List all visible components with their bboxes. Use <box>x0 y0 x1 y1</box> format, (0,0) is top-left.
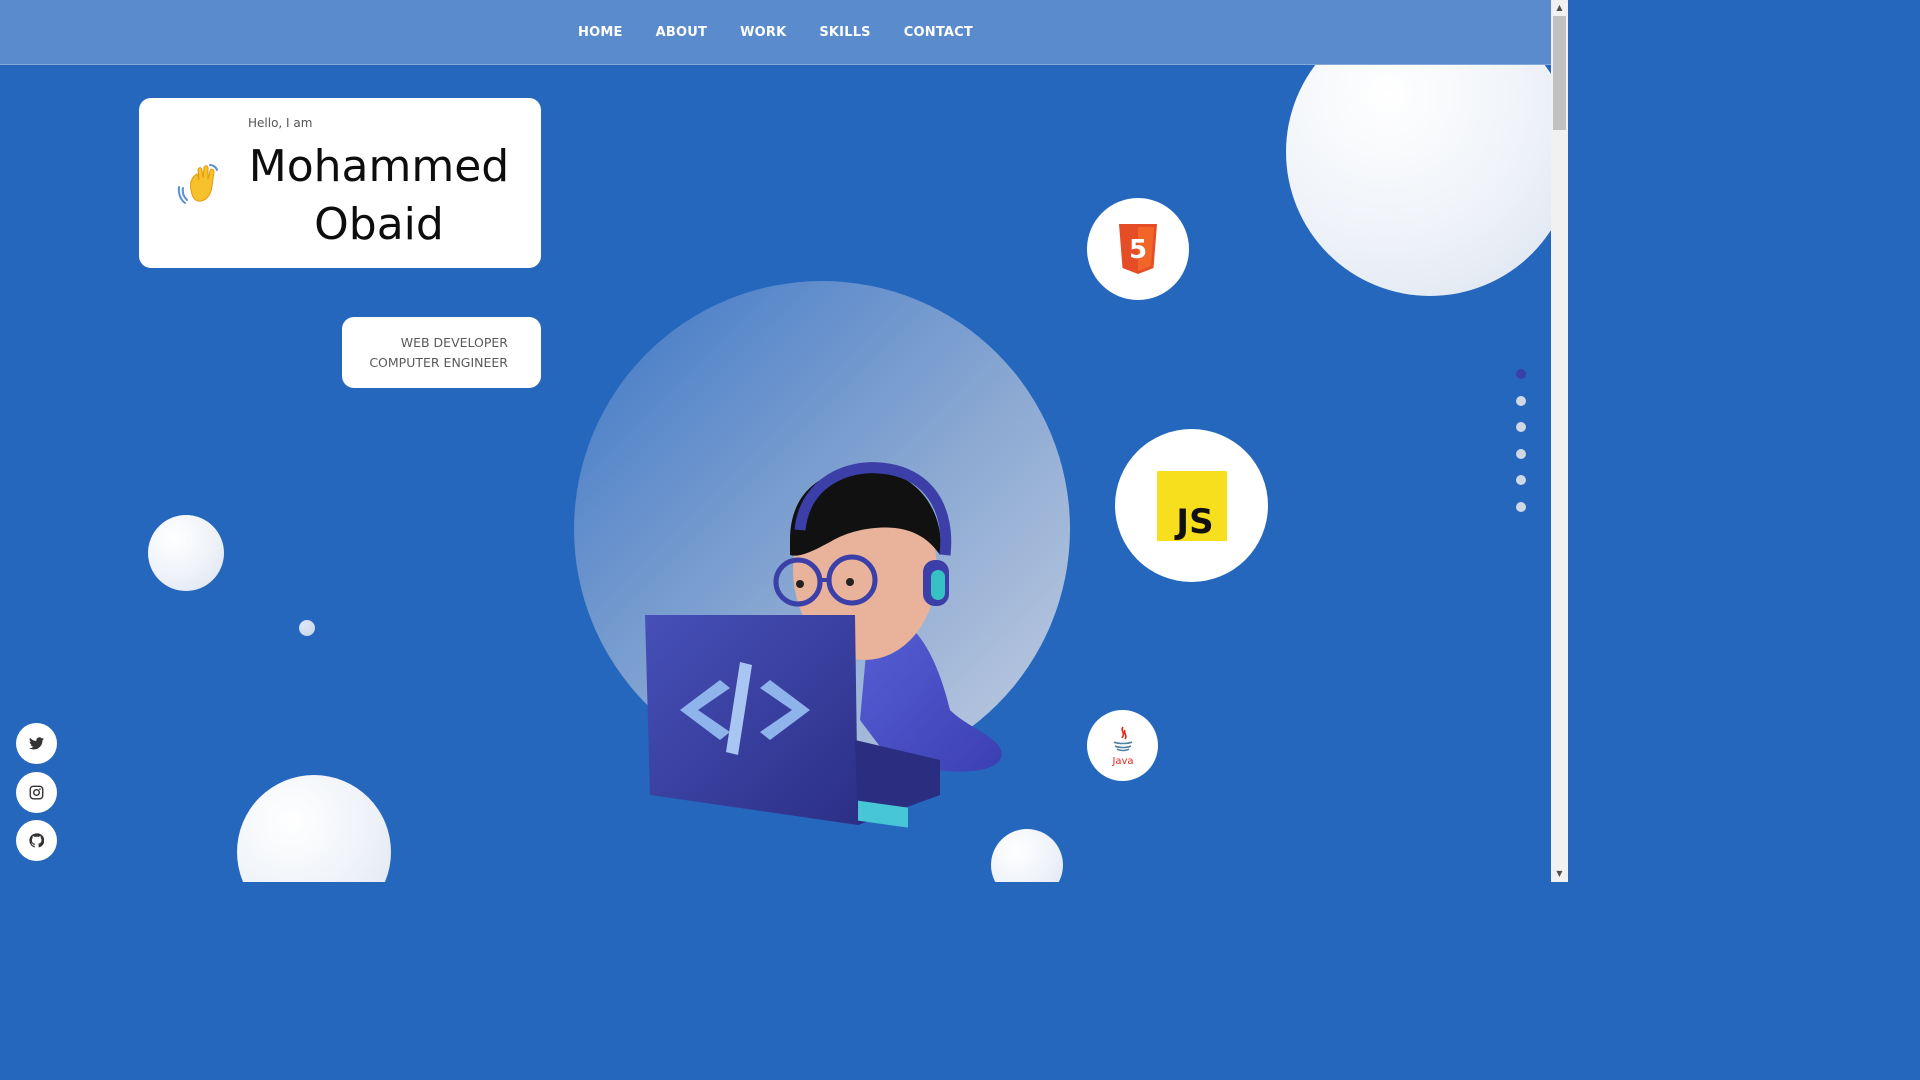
section-dot-1[interactable] <box>1516 369 1526 379</box>
vertical-scrollbar[interactable]: ▲ ▼ <box>1551 0 1568 882</box>
java-label: Java <box>1111 756 1133 767</box>
html5-number: 5 <box>1129 235 1147 265</box>
instagram-button[interactable] <box>16 772 57 813</box>
page: HOME ABOUT WORK SKILLS CONTACT Hello, I … <box>0 0 1551 882</box>
intro-card: Hello, I am Mohammed Obaid <box>139 98 541 268</box>
js-label: JS <box>1174 502 1213 541</box>
section-dot-5[interactable] <box>1516 475 1526 486</box>
scroll-down-arrow-icon[interactable]: ▼ <box>1551 866 1568 882</box>
role-line-1: WEB DEVELOPER <box>400 335 508 350</box>
instagram-icon <box>29 785 44 800</box>
decor-bubble-small <box>299 620 315 636</box>
decor-bubble-bottom-center <box>991 829 1063 882</box>
html5-icon: 5 <box>1119 224 1157 274</box>
developer-avatar-illustration <box>645 462 1002 828</box>
scrollbar-thumb[interactable] <box>1553 16 1566 130</box>
nav-work[interactable]: WORK <box>740 25 786 40</box>
section-dot-2[interactable] <box>1516 395 1526 406</box>
twitter-icon <box>29 737 44 750</box>
section-dot-6[interactable] <box>1516 501 1526 512</box>
nav-about[interactable]: ABOUT <box>656 25 707 40</box>
java-skill-badge: Java <box>1087 710 1158 781</box>
javascript-skill-badge: JS <box>1115 429 1268 582</box>
nav-skills[interactable]: SKILLS <box>819 25 870 40</box>
section-dot-3[interactable] <box>1516 422 1526 433</box>
scroll-up-arrow-icon[interactable]: ▲ <box>1551 0 1568 16</box>
decor-bubble-left <box>148 515 224 591</box>
waving-hand-icon <box>177 164 218 204</box>
github-icon <box>29 833 44 848</box>
github-button[interactable] <box>16 820 57 861</box>
nav-home[interactable]: HOME <box>578 25 623 40</box>
twitter-button[interactable] <box>16 723 57 764</box>
name-first: Mohammed <box>248 141 510 192</box>
person-name: Mohammed Obaid <box>244 138 514 254</box>
nav-contact[interactable]: CONTACT <box>904 25 973 40</box>
decor-bubble-bottom-left <box>237 775 391 882</box>
role-line-2: COMPUTER ENGINEER <box>369 355 508 370</box>
section-dot-4[interactable] <box>1516 448 1526 459</box>
greeting-text: Hello, I am <box>248 116 313 130</box>
html5-skill-badge: 5 <box>1087 198 1189 300</box>
name-last: Obaid <box>314 199 444 250</box>
top-navbar: HOME ABOUT WORK SKILLS CONTACT <box>0 0 1551 65</box>
section-dots-nav <box>1516 369 1526 529</box>
role-card: WEB DEVELOPER COMPUTER ENGINEER <box>342 317 541 388</box>
java-icon: Java <box>1111 726 1133 767</box>
javascript-icon: JS <box>1156 470 1227 541</box>
